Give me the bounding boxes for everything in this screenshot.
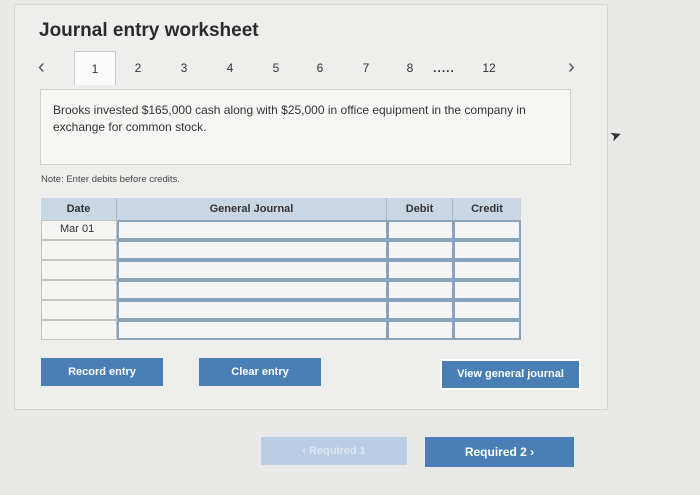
general-journal-input[interactable] [117,320,388,340]
chevron-right-icon[interactable]: › [568,57,575,77]
credit-input[interactable] [453,320,521,340]
general-journal-input[interactable] [117,220,388,240]
tab-bar: 1 2 3 4 5 6 7 8 ..... 12 [74,51,504,85]
credit-input[interactable] [453,300,521,320]
chevron-left-icon: ‹ [302,445,309,457]
date-cell: Mar 01 [41,220,117,240]
general-journal-input[interactable] [117,280,388,300]
record-entry-button[interactable]: Record entry [41,358,163,386]
credit-input[interactable] [453,240,521,260]
header-debit: Debit [387,198,453,220]
credit-input[interactable] [453,220,521,240]
required-2-button[interactable]: Required 2 › [425,437,574,467]
tab-5[interactable]: 5 [264,51,288,85]
date-cell [41,320,117,340]
clear-entry-button[interactable]: Clear entry [199,358,321,386]
debit-input[interactable] [387,280,454,300]
debit-input[interactable] [387,220,454,240]
date-cell [41,300,117,320]
date-cell [41,280,117,300]
tab-6[interactable]: 6 [308,51,332,85]
debit-input[interactable] [387,260,454,280]
tab-3[interactable]: 3 [172,51,196,85]
tab-4[interactable]: 4 [218,51,242,85]
chevron-left-icon[interactable]: ‹ [38,57,45,77]
header-general-journal: General Journal [117,198,387,220]
required-1-button[interactable]: ‹ Required 1 [261,437,407,465]
chevron-right-icon: › [526,445,535,459]
tab-2[interactable]: 2 [126,51,150,85]
tab-8[interactable]: 8 [398,51,422,85]
general-journal-input[interactable] [117,260,388,280]
note-text: Note: Enter debits before credits. [41,174,180,185]
transaction-description: Brooks invested $165,000 cash along with… [40,89,571,165]
description-text: Brooks invested $165,000 cash along with… [53,103,526,134]
tab-7[interactable]: 7 [354,51,378,85]
date-cell [41,240,117,260]
debit-input[interactable] [387,240,454,260]
page-title: Journal entry worksheet [39,20,259,41]
tabs-ellipsis: ..... [433,61,455,75]
mouse-cursor-icon: ➤ [607,125,624,145]
debit-input[interactable] [387,300,454,320]
header-credit: Credit [453,198,521,220]
required-1-label: Required 1 [308,445,366,457]
credit-input[interactable] [453,280,521,300]
date-cell [41,260,117,280]
general-journal-input[interactable] [117,300,388,320]
view-general-journal-button[interactable]: View general journal [440,359,581,390]
header-date: Date [41,198,117,220]
credit-input[interactable] [453,260,521,280]
debit-input[interactable] [387,320,454,340]
tab-1[interactable]: 1 [74,51,116,85]
required-2-label: Required 2 [464,445,527,459]
tab-12[interactable]: 12 [476,51,502,85]
general-journal-input[interactable] [117,240,388,260]
